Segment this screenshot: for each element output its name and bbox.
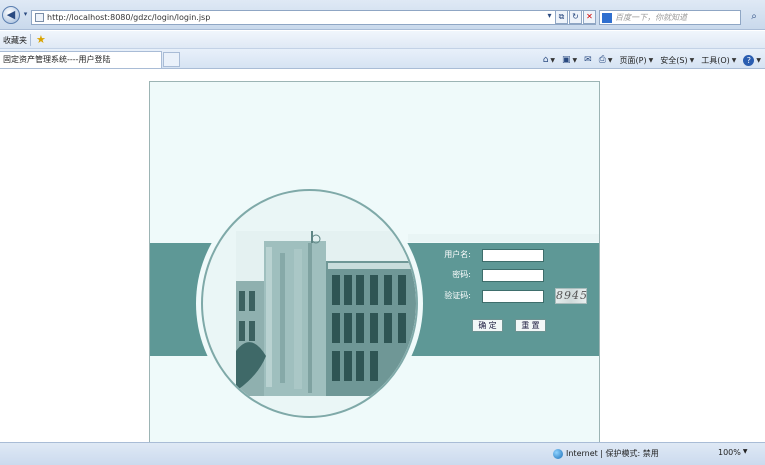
print-icon: ⎙ xyxy=(598,55,606,65)
feeds-button[interactable]: ▣ ▼ xyxy=(562,55,577,65)
history-dropdown-button[interactable]: ▾ xyxy=(21,6,30,24)
chevron-down-icon: ▼ xyxy=(550,56,556,64)
tab-title: 固定资产管理系统----用户登陆 xyxy=(3,55,111,64)
search-icon: ⌕ xyxy=(751,11,757,22)
safety-menu-label: 安全(S) xyxy=(660,55,688,65)
stop-icon: ✕ xyxy=(586,12,593,21)
search-placeholder: 百度一下，你就知道 xyxy=(615,13,687,22)
baidu-icon xyxy=(602,13,612,23)
username-label: 用户名: xyxy=(444,250,471,259)
help-button[interactable]: ? ▼ xyxy=(743,54,761,66)
back-button[interactable]: ◀ xyxy=(2,6,20,24)
status-bar: Internet | 保护模式: 禁用 100% ▼ xyxy=(0,442,765,465)
captcha-image[interactable]: 8945 xyxy=(555,288,587,304)
building-photo-frame xyxy=(201,189,418,418)
chevron-down-icon: ▼ xyxy=(648,56,654,64)
compat-view-icon: ⧉ xyxy=(558,12,565,21)
help-icon: ? xyxy=(743,54,755,66)
mail-button[interactable]: ✉ xyxy=(584,55,592,65)
tab-bar: 固定资产管理系统----用户登陆 ⌂ ▼ ▣ ▼ ✉ ⎙ ▼ 页面(P) ▼ 安全(S)… xyxy=(0,49,765,69)
building-photo xyxy=(236,231,416,396)
safety-menu[interactable]: 安全(S) ▼ xyxy=(660,55,694,66)
chevron-down-icon: ▼ xyxy=(742,448,748,455)
chevron-down-icon: ▼ xyxy=(607,56,613,64)
security-zone[interactable]: Internet | 保护模式: 禁用 xyxy=(553,448,659,459)
chevron-down-icon: ▼ xyxy=(731,56,737,64)
tools-menu-label: 工具(O) xyxy=(701,55,730,65)
rss-feed-icon: ▣ xyxy=(562,55,571,65)
page-viewport: 用户名: 密码: 验证码: 8945 确 定 重 置 xyxy=(0,70,765,445)
favorites-bar: 收藏夹 ★ xyxy=(0,31,765,49)
tools-menu[interactable]: 工具(O) ▼ xyxy=(701,55,736,66)
panel-highlight xyxy=(408,234,599,242)
page-menu[interactable]: 页面(P) ▼ xyxy=(620,55,654,66)
home-icon: ⌂ xyxy=(542,55,549,65)
chevron-down-icon: ▼ xyxy=(756,56,761,64)
captcha-input[interactable] xyxy=(482,289,544,303)
globe-icon xyxy=(553,448,563,459)
page-menu-label: 页面(P) xyxy=(619,55,647,65)
password-label: 密码: xyxy=(452,270,471,279)
mail-icon: ✉ xyxy=(584,55,592,65)
submit-button[interactable]: 确 定 xyxy=(472,319,503,332)
address-bar[interactable]: http://localhost:8080/gdzc/login/login.j… xyxy=(31,10,596,25)
zoom-level: 100% xyxy=(718,448,741,457)
search-button[interactable]: ⌕ xyxy=(746,10,762,25)
chevron-down-icon: ▼ xyxy=(689,56,695,64)
search-input[interactable]: 百度一下，你就知道 xyxy=(599,10,741,25)
back-arrow-icon: ◀ xyxy=(6,8,16,21)
home-button[interactable]: ⌂ ▼ xyxy=(543,55,555,65)
password-input[interactable] xyxy=(482,268,544,282)
print-button[interactable]: ⎙ ▼ xyxy=(599,55,613,65)
captcha-label: 验证码: xyxy=(444,291,471,300)
favorites-separator xyxy=(30,34,31,46)
username-input[interactable] xyxy=(482,248,544,262)
login-frame: 用户名: 密码: 验证码: 8945 确 定 重 置 xyxy=(149,81,600,445)
login-form: 用户名: 密码: 验证码: 8945 确 定 重 置 xyxy=(408,243,599,356)
reset-button[interactable]: 重 置 xyxy=(515,319,546,332)
page-icon xyxy=(35,13,44,22)
address-url: http://localhost:8080/gdzc/login/login.j… xyxy=(47,13,211,22)
address-toolbar: ◀ ▾ http://localhost:8080/gdzc/login/log… xyxy=(0,0,765,30)
add-favorite-star-icon[interactable]: ★ xyxy=(36,33,46,46)
stop-button[interactable]: ✕ xyxy=(583,10,596,24)
compat-view-button[interactable]: ⧉ xyxy=(555,10,568,24)
zoom-control[interactable]: 100% ▼ xyxy=(718,448,748,457)
tab-login-page[interactable]: 固定资产管理系统----用户登陆 xyxy=(0,51,162,68)
command-bar: ⌂ ▼ ▣ ▼ ✉ ⎙ ▼ 页面(P) ▼ 安全(S) ▼ 工具(O) ▼ ? ▼ xyxy=(543,53,761,67)
refresh-button[interactable]: ↻ xyxy=(569,10,582,24)
chevron-down-icon: ▼ xyxy=(572,56,578,64)
security-zone-text: Internet | 保护模式: 禁用 xyxy=(566,449,659,458)
favorites-button[interactable]: 收藏夹 xyxy=(3,35,27,46)
new-tab-button[interactable] xyxy=(163,52,180,67)
refresh-icon: ↻ xyxy=(572,12,579,21)
